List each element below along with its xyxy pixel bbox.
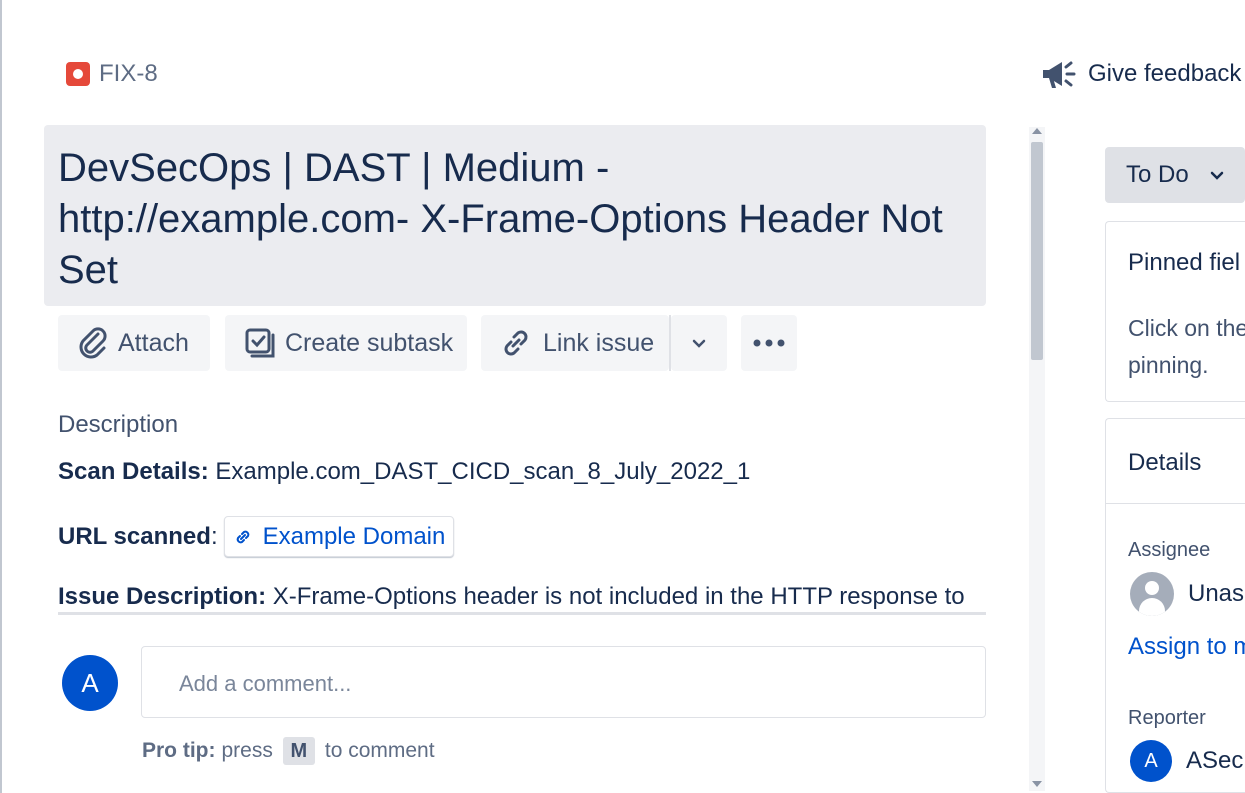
issue-description-line[interactable]: Issue Description: X-Frame-Options heade…	[58, 583, 986, 611]
attach-label: Attach	[118, 328, 189, 357]
pinned-fields-panel: Pinned fiel Click on the pinning.	[1105, 221, 1245, 402]
assignee-label: Assignee	[1128, 539, 1211, 561]
assign-to-me-link[interactable]: Assign to m	[1128, 633, 1245, 661]
issue-title-editor[interactable]: DevSecOps | DAST | Medium - http://examp…	[44, 125, 986, 306]
scan-details-label: Scan Details:	[58, 458, 209, 485]
link-issue-dropdown-button[interactable]	[671, 315, 727, 371]
create-subtask-button[interactable]: Create subtask	[225, 315, 467, 371]
scroll-up-arrow-icon[interactable]	[1032, 128, 1042, 134]
scroll-down-arrow-icon[interactable]	[1032, 781, 1042, 787]
comment-input[interactable]: Add a comment...	[141, 646, 986, 718]
status-dropdown[interactable]: To Do	[1105, 147, 1245, 203]
give-feedback-button[interactable]: Give feedback	[1040, 56, 1241, 92]
description-heading: Description	[58, 411, 179, 438]
pinned-fields-title: Pinned fiel	[1128, 249, 1241, 276]
issue-key-breadcrumb[interactable]: FIX-8	[66, 60, 158, 88]
pro-tip-suffix: to comment	[324, 739, 435, 762]
pinned-fields-hint: Click on the pinning.	[1128, 310, 1245, 384]
create-subtask-label: Create subtask	[285, 328, 454, 357]
chevron-down-icon	[1210, 171, 1223, 180]
issue-description-value: X-Frame-Options header is not included i…	[266, 583, 965, 610]
link-issue-label: Link issue	[543, 328, 655, 357]
pro-tip-press: press	[221, 739, 273, 762]
comment-placeholder: Add a comment...	[179, 671, 352, 696]
pinned-hint-line-2: pinning.	[1128, 352, 1209, 378]
assignee-field[interactable]: Unas	[1130, 572, 1244, 616]
scan-details-value: Example.com_DAST_CICD_scan_8_July_2022_1	[208, 458, 751, 485]
unassigned-avatar-icon	[1130, 572, 1174, 616]
url-scanned-separator: :	[210, 522, 218, 550]
link-icon	[504, 330, 528, 356]
details-divider	[1106, 503, 1245, 504]
details-title[interactable]: Details	[1128, 449, 1201, 477]
link-icon	[236, 530, 249, 543]
pro-tip-label: Pro tip:	[142, 739, 216, 762]
give-feedback-label: Give feedback	[1088, 60, 1242, 87]
more-actions-button[interactable]	[741, 315, 797, 371]
url-scanned-label: URL scanned	[58, 522, 211, 550]
issue-title[interactable]: DevSecOps | DAST | Medium - http://examp…	[58, 143, 958, 296]
reporter-value: ASec	[1186, 747, 1244, 774]
status-label: To Do	[1126, 161, 1189, 188]
reporter-label: Reporter	[1128, 707, 1206, 729]
pro-tip: Pro tip: press M to comment	[142, 737, 435, 765]
pinned-hint-line-1: Click on the	[1128, 315, 1245, 341]
megaphone-icon	[1043, 61, 1076, 88]
scan-details-line[interactable]: Scan Details: Example.com_DAST_CICD_scan…	[58, 458, 750, 486]
details-panel: Details Assignee Unas Assign to m Report…	[1105, 418, 1245, 793]
current-user-avatar: A	[62, 655, 118, 711]
description-collapse-divider	[58, 612, 986, 615]
example-domain-link-text: Example Domain	[262, 522, 446, 550]
window-edge	[0, 0, 2, 793]
link-issue-button[interactable]: Link issue	[481, 315, 669, 371]
main-scrollbar-thumb[interactable]	[1031, 142, 1043, 360]
assignee-value: Unas	[1188, 580, 1245, 607]
reporter-avatar: A	[1130, 740, 1172, 782]
paperclip-icon	[79, 327, 107, 359]
example-domain-link[interactable]: Example Domain	[223, 516, 455, 557]
bug-issue-type-icon	[66, 62, 90, 86]
chevron-down-icon	[692, 339, 706, 348]
subtask-icon	[245, 328, 275, 358]
ellipsis-icon	[753, 339, 785, 347]
reporter-field[interactable]: A ASec	[1130, 740, 1243, 782]
issue-description-label: Issue Description:	[58, 583, 267, 610]
attach-button[interactable]: Attach	[58, 315, 210, 371]
issue-key[interactable]: FIX-8	[99, 60, 158, 88]
keyboard-shortcut-m: M	[282, 737, 315, 765]
url-scanned-line[interactable]: URL scanned: Example Domain	[58, 516, 455, 557]
